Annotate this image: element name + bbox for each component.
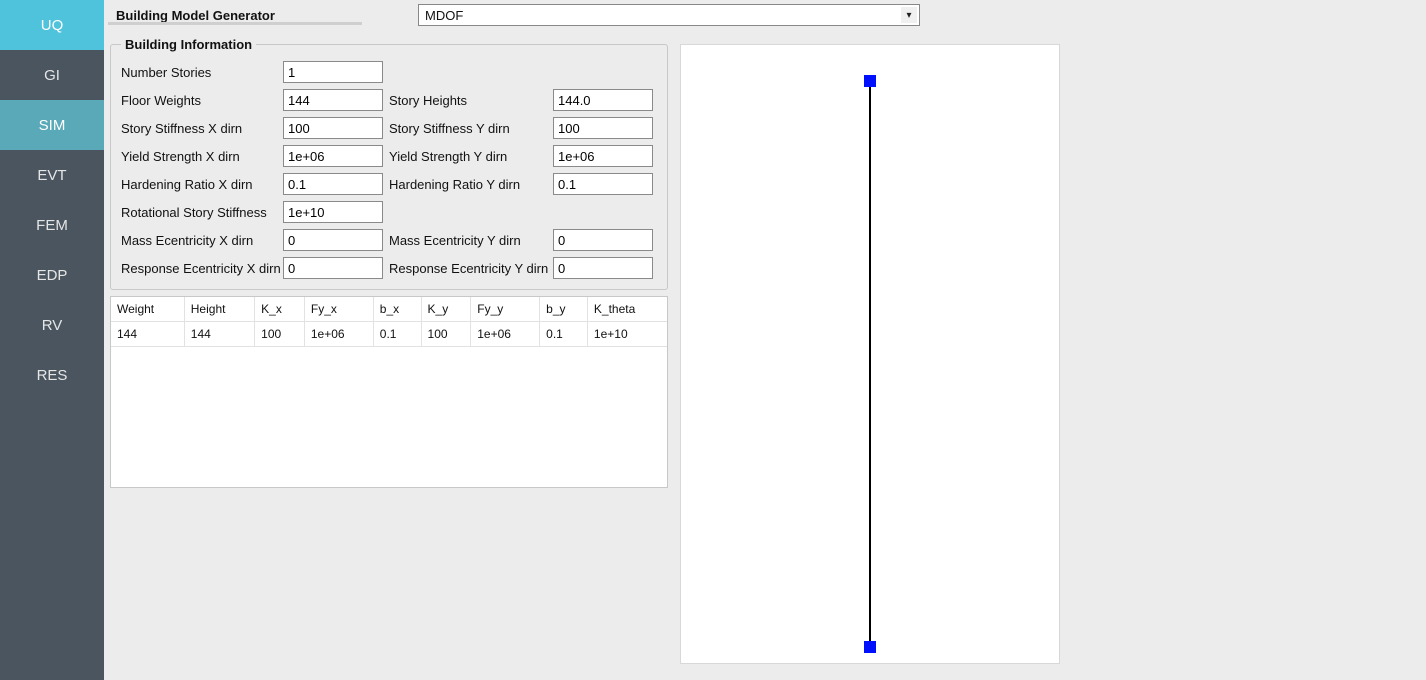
sidebar-item-label: GI bbox=[44, 67, 60, 84]
label-num-stories: Number Stories bbox=[121, 65, 281, 80]
building-info-group: Building Information Number Stories Floo… bbox=[110, 44, 668, 290]
sidebar-item-label: RES bbox=[37, 367, 68, 384]
label-floor-weights: Floor Weights bbox=[121, 93, 281, 108]
label-stiff-x: Story Stiffness X dirn bbox=[121, 121, 281, 136]
label-hard-y: Hardening Ratio Y dirn bbox=[385, 177, 551, 192]
generator-select[interactable]: MDOF ▾ bbox=[418, 4, 920, 26]
num-stories-input[interactable] bbox=[283, 61, 383, 83]
label-stiff-y: Story Stiffness Y dirn bbox=[385, 121, 551, 136]
story-column-line bbox=[869, 81, 871, 647]
table-cell[interactable]: 0.1 bbox=[540, 322, 588, 347]
table-cell[interactable]: 100 bbox=[255, 322, 305, 347]
stiff-x-input[interactable] bbox=[283, 117, 383, 139]
story-table[interactable]: Weight Height K_x Fy_x b_x K_y Fy_y b_y … bbox=[110, 296, 668, 488]
hard-x-input[interactable] bbox=[283, 173, 383, 195]
rot-stiff-input[interactable] bbox=[283, 201, 383, 223]
mass-ecc-x-input[interactable] bbox=[283, 229, 383, 251]
model-visualization[interactable] bbox=[680, 44, 1060, 664]
table-cell[interactable]: 144 bbox=[111, 322, 184, 347]
sidebar-item-label: UQ bbox=[41, 17, 64, 34]
table-row[interactable]: 144 144 100 1e+06 0.1 100 1e+06 0.1 1e+1… bbox=[111, 322, 667, 347]
node-top-icon bbox=[864, 75, 876, 87]
table-cell[interactable]: 1e+06 bbox=[304, 322, 373, 347]
table-cell[interactable]: 0.1 bbox=[373, 322, 421, 347]
generator-selected-value: MDOF bbox=[425, 8, 463, 23]
label-mass-ecc-y: Mass Ecentricity Y dirn bbox=[385, 233, 551, 248]
sidebar-item-gi[interactable]: GI bbox=[0, 50, 104, 100]
table-cell[interactable]: 1e+10 bbox=[587, 322, 667, 347]
table-header[interactable]: Weight bbox=[111, 297, 184, 322]
table-cell[interactable]: 100 bbox=[421, 322, 471, 347]
sidebar-item-label: RV bbox=[42, 317, 63, 334]
table-header[interactable]: K_x bbox=[255, 297, 305, 322]
floor-weights-input[interactable] bbox=[283, 89, 383, 111]
sidebar-item-label: FEM bbox=[36, 217, 68, 234]
story-heights-input[interactable] bbox=[553, 89, 653, 111]
table-header[interactable]: Height bbox=[184, 297, 254, 322]
sidebar-item-sim[interactable]: SIM bbox=[0, 100, 104, 150]
label-yield-x: Yield Strength X dirn bbox=[121, 149, 281, 164]
node-bottom-icon bbox=[864, 641, 876, 653]
table-header[interactable]: K_theta bbox=[587, 297, 667, 322]
stiff-y-input[interactable] bbox=[553, 117, 653, 139]
sidebar-item-evt[interactable]: EVT bbox=[0, 150, 104, 200]
sidebar-item-label: SIM bbox=[39, 117, 66, 134]
sidebar-item-uq[interactable]: UQ bbox=[0, 0, 104, 50]
table-cell[interactable]: 1e+06 bbox=[471, 322, 540, 347]
resp-ecc-y-input[interactable] bbox=[553, 257, 653, 279]
chevron-down-icon: ▾ bbox=[901, 7, 917, 23]
label-yield-y: Yield Strength Y dirn bbox=[385, 149, 551, 164]
table-header[interactable]: K_y bbox=[421, 297, 471, 322]
table-header[interactable]: Fy_y bbox=[471, 297, 540, 322]
label-hard-x: Hardening Ratio X dirn bbox=[121, 177, 281, 192]
sidebar-item-edp[interactable]: EDP bbox=[0, 250, 104, 300]
label-story-heights: Story Heights bbox=[385, 93, 551, 108]
sidebar-item-label: EVT bbox=[37, 167, 66, 184]
table-header[interactable]: Fy_x bbox=[304, 297, 373, 322]
label-rot-stiff: Rotational Story Stiffness bbox=[121, 205, 281, 220]
label-resp-ecc-y: Response Ecentricity Y dirn bbox=[385, 261, 551, 276]
yield-y-input[interactable] bbox=[553, 145, 653, 167]
mass-ecc-y-input[interactable] bbox=[553, 229, 653, 251]
title-underline bbox=[108, 22, 362, 25]
table-header[interactable]: b_y bbox=[540, 297, 588, 322]
table-header[interactable]: b_x bbox=[373, 297, 421, 322]
sidebar-item-fem[interactable]: FEM bbox=[0, 200, 104, 250]
sidebar-item-label: EDP bbox=[37, 267, 68, 284]
page-title: Building Model Generator bbox=[110, 8, 408, 23]
label-mass-ecc-x: Mass Ecentricity X dirn bbox=[121, 233, 281, 248]
label-resp-ecc-x: Response Ecentricity X dirn bbox=[121, 261, 281, 276]
sidebar-nav: UQ GI SIM EVT FEM EDP RV RES bbox=[0, 0, 104, 680]
sidebar-item-res[interactable]: RES bbox=[0, 350, 104, 400]
resp-ecc-x-input[interactable] bbox=[283, 257, 383, 279]
hard-y-input[interactable] bbox=[553, 173, 653, 195]
table-cell[interactable]: 144 bbox=[184, 322, 254, 347]
yield-x-input[interactable] bbox=[283, 145, 383, 167]
groupbox-title: Building Information bbox=[121, 37, 256, 52]
sidebar-item-rv[interactable]: RV bbox=[0, 300, 104, 350]
